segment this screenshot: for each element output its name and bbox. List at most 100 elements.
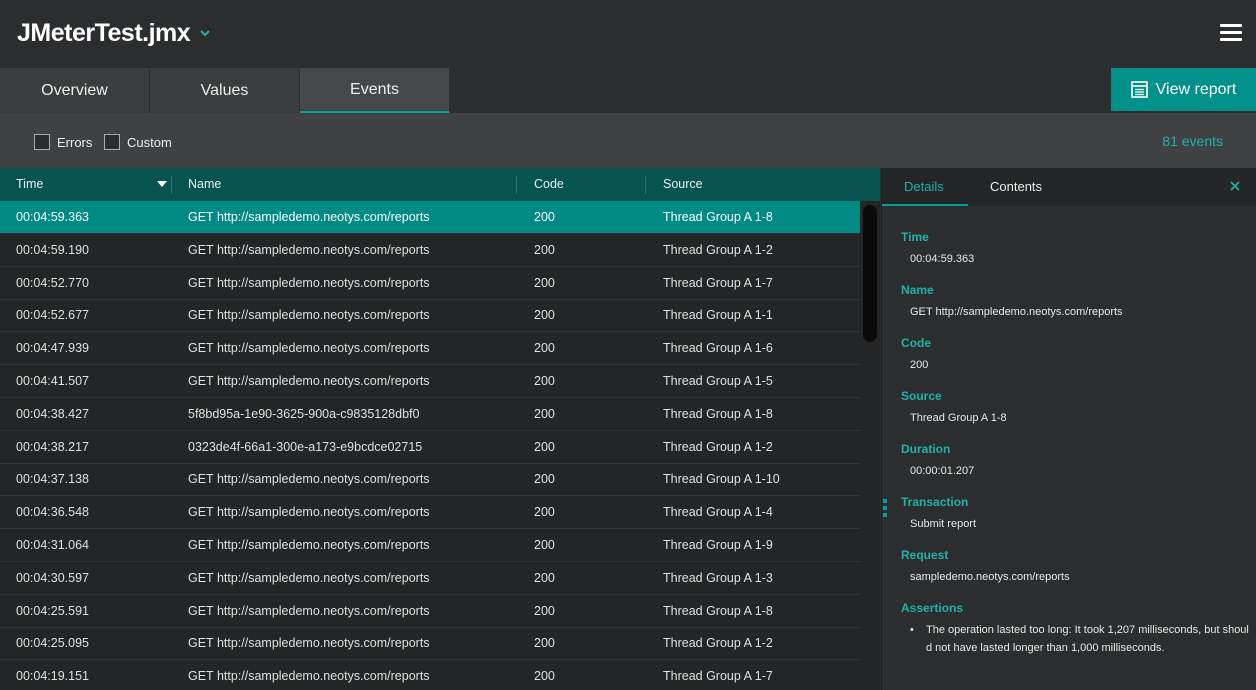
- detail-transaction-label: Transaction: [901, 495, 969, 509]
- table-row[interactable]: 00:04:36.548 GET http://sampledemo.neotys…: [0, 496, 860, 530]
- detail-name-label: Name: [901, 283, 934, 297]
- cell-name: 0323de4f-66a1-300e-a173-e9bcdce02715: [188, 439, 423, 454]
- tab-events[interactable]: Events: [300, 68, 450, 113]
- detail-name-value: GET http://sampledemo.neotys.com/reports: [910, 306, 1123, 318]
- cell-time: 00:04:31.064: [16, 538, 89, 552]
- table-row[interactable]: 00:04:47.939 GET http://sampledemo.neotys…: [0, 332, 860, 366]
- column-divider[interactable]: [645, 176, 646, 194]
- detail-source-label: Source: [901, 389, 942, 403]
- table-row[interactable]: 00:04:38.427 5f8bd95a-1e90-3625-900a-c983…: [0, 398, 860, 431]
- table-row[interactable]: 00:04:41.507 GET http://sampledemo.neotys…: [0, 365, 860, 398]
- cell-code: 200: [534, 570, 555, 585]
- cell-code: 200: [534, 439, 555, 454]
- cell-time: 00:04:19.151: [16, 669, 89, 684]
- detail-tabs: Details Contents: [882, 168, 1256, 206]
- cell-name: GET http://sampledemo.neotys.com/reports: [188, 538, 430, 552]
- table-row[interactable]: 00:04:52.770 GET http://sampledemo.neotys…: [0, 267, 860, 300]
- detail-request-value: sampledemo.neotys.com/reports: [910, 571, 1070, 583]
- table-row[interactable]: 00:04:59.363 GET http://sampledemo.neotys…: [0, 201, 860, 234]
- view-report-button[interactable]: View report: [1111, 68, 1256, 111]
- cell-time: 00:04:41.507: [16, 374, 89, 388]
- cell-source: Thread Group A 1-6: [663, 341, 773, 356]
- cell-time: 00:04:25.591: [16, 603, 89, 618]
- cell-name: GET http://sampledemo.neotys.com/reports: [188, 505, 430, 520]
- table-row[interactable]: 00:04:37.138 GET http://sampledemo.neotys…: [0, 463, 860, 497]
- column-divider[interactable]: [171, 176, 172, 194]
- cell-source: Thread Group A 1-10: [663, 472, 780, 487]
- table-row[interactable]: 00:04:52.677 GET http://sampledemo.neotys…: [0, 299, 860, 333]
- cell-source: Thread Group A 1-2: [663, 242, 773, 257]
- active-tab-indicator: [882, 204, 968, 206]
- cell-time: 00:04:37.138: [16, 472, 89, 487]
- cell-source: Thread Group A 1-7: [663, 275, 773, 290]
- cell-code: 200: [534, 636, 555, 651]
- cell-code: 200: [534, 406, 555, 421]
- close-icon[interactable]: [1227, 178, 1243, 194]
- table-row[interactable]: 00:04:19.151 GET http://sampledemo.neotys…: [0, 660, 860, 690]
- detail-code-value: 200: [910, 359, 929, 371]
- column-divider[interactable]: [516, 176, 517, 194]
- detail-time-value: 00:04:59.363: [910, 253, 975, 265]
- column-header-code[interactable]: Code: [534, 177, 564, 191]
- cell-code: 200: [534, 275, 555, 290]
- tab-details[interactable]: Details: [904, 179, 944, 194]
- table-row[interactable]: 00:04:59.190 GET http://sampledemo.neotys…: [0, 234, 860, 267]
- errors-checkbox[interactable]: [34, 134, 50, 150]
- table-row[interactable]: 00:04:25.591 GET http://sampledemo.neotys…: [0, 595, 860, 628]
- hamburger-menu-icon[interactable]: [1220, 24, 1242, 42]
- bullet-icon: •: [910, 624, 914, 636]
- tab-values[interactable]: Values: [150, 68, 300, 113]
- cell-name: GET http://sampledemo.neotys.com/reports: [188, 570, 430, 585]
- tab-overview[interactable]: Overview: [0, 68, 150, 113]
- cell-source: Thread Group A 1-7: [663, 669, 773, 684]
- table-row[interactable]: 00:04:25.095 GET http://sampledemo.neotys…: [0, 627, 860, 661]
- detail-duration-label: Duration: [901, 442, 951, 456]
- detail-code-label: Code: [901, 336, 931, 350]
- top-bar: JMeterTest.jmx: [0, 0, 1256, 68]
- cell-name: GET http://sampledemo.neotys.com/reports: [188, 275, 430, 290]
- cell-time: 00:04:36.548: [16, 505, 89, 520]
- errors-label: Errors: [57, 135, 93, 150]
- cell-source: Thread Group A 1-1: [663, 308, 773, 323]
- cell-source: Thread Group A 1-9: [663, 538, 773, 552]
- cell-code: 200: [534, 505, 555, 520]
- main-tabs: Overview Values Events: [0, 68, 452, 113]
- detail-time-label: Time: [901, 230, 929, 244]
- custom-checkbox[interactable]: [104, 134, 120, 150]
- cell-code: 200: [534, 308, 555, 323]
- cell-name: GET http://sampledemo.neotys.com/reports: [188, 669, 430, 684]
- cell-name: GET http://sampledemo.neotys.com/reports: [188, 374, 430, 388]
- cell-code: 200: [534, 341, 555, 356]
- table-row[interactable]: 00:04:38.217 0323de4f-66a1-300e-a173-e9bc…: [0, 431, 860, 464]
- cell-code: 200: [534, 603, 555, 618]
- table-row[interactable]: 00:04:31.064 GET http://sampledemo.neotys…: [0, 529, 860, 562]
- cell-source: Thread Group A 1-2: [663, 636, 773, 651]
- cell-time: 00:04:38.427: [16, 406, 89, 421]
- table-row[interactable]: 00:04:30.597 GET http://sampledemo.neotys…: [0, 562, 860, 595]
- cell-source: Thread Group A 1-4: [663, 505, 773, 520]
- cell-time: 00:04:59.363: [16, 210, 89, 224]
- cell-source: Thread Group A 1-2: [663, 439, 773, 454]
- cell-name: GET http://sampledemo.neotys.com/reports: [188, 341, 430, 356]
- detail-source-value: Thread Group A 1-8: [910, 412, 1007, 424]
- chevron-down-icon[interactable]: [198, 26, 212, 40]
- cell-code: 200: [534, 242, 555, 257]
- column-header-name[interactable]: Name: [188, 177, 221, 191]
- custom-label: Custom: [127, 135, 172, 150]
- cell-code: 200: [534, 669, 555, 684]
- column-header-time[interactable]: Time: [16, 177, 43, 191]
- view-report-label: View report: [1155, 80, 1237, 98]
- detail-request-label: Request: [901, 548, 949, 562]
- cell-source: Thread Group A 1-3: [663, 570, 773, 585]
- column-header-source[interactable]: Source: [663, 177, 703, 191]
- events-table: Time Name Code Source 00:04:59.363 GET ht…: [0, 168, 880, 690]
- detail-panel: Details Contents Time 00:04:59.363 Name …: [881, 168, 1256, 690]
- cell-name: GET http://sampledemo.neotys.com/reports: [188, 210, 430, 224]
- sort-desc-icon[interactable]: [157, 181, 167, 187]
- events-count: 81 events: [1162, 133, 1223, 149]
- panel-resize-handle[interactable]: [883, 499, 889, 519]
- scrollbar-thumb[interactable]: [863, 205, 877, 342]
- cell-time: 00:04:30.597: [16, 570, 89, 585]
- tab-contents[interactable]: Contents: [990, 179, 1042, 194]
- cell-source: Thread Group A 1-8: [663, 210, 773, 224]
